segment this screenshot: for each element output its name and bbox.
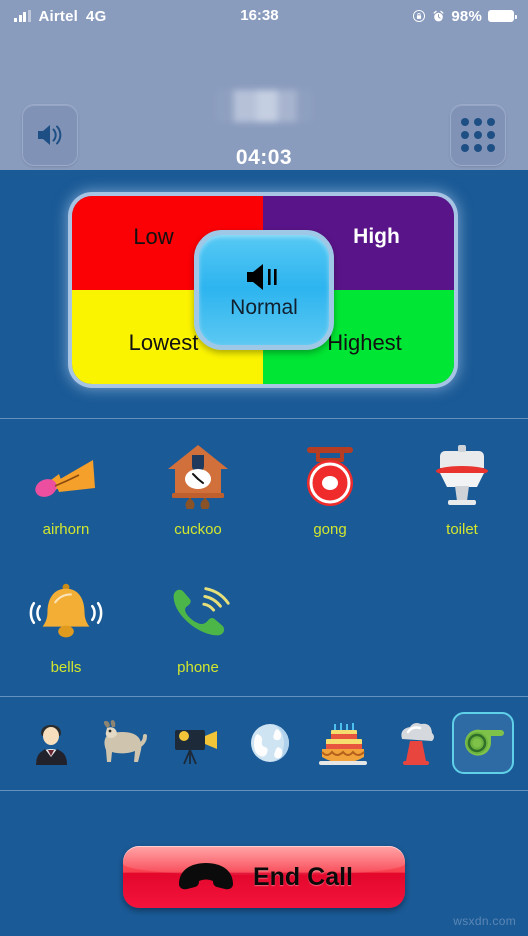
toilet-icon bbox=[424, 439, 500, 511]
status-bar-right: 98% bbox=[412, 7, 517, 25]
sound-label-phone: phone bbox=[177, 658, 219, 676]
gong-icon bbox=[292, 439, 368, 511]
pitch-option-highest-label: Highest bbox=[327, 330, 402, 355]
end-call-label: End Call bbox=[252, 862, 353, 891]
clock-label: 16:38 bbox=[240, 7, 279, 24]
contact-name-blurred bbox=[216, 90, 312, 122]
sound-cell-empty-1 bbox=[264, 557, 396, 695]
goat-icon bbox=[103, 720, 147, 762]
explosion-icon bbox=[400, 723, 434, 765]
phone-hangup-icon bbox=[175, 862, 237, 892]
category-birthday-cake[interactable] bbox=[306, 712, 379, 774]
category-whistle[interactable] bbox=[452, 712, 514, 774]
category-bar bbox=[0, 696, 528, 790]
sound-button-gong[interactable]: gong bbox=[264, 419, 396, 557]
call-duration-label: 04:03 bbox=[235, 146, 293, 169]
pitch-option-lowest-label: Lowest bbox=[128, 330, 199, 355]
divider-bottom bbox=[0, 790, 528, 791]
sound-label-gong: gong bbox=[313, 520, 347, 538]
battery-icon bbox=[488, 10, 517, 22]
keypad-button[interactable] bbox=[450, 104, 506, 166]
speaker-icon bbox=[38, 125, 62, 145]
rotation-lock-icon bbox=[413, 9, 426, 23]
pitch-option-normal-label: Normal bbox=[230, 296, 298, 319]
birthday-cake-icon bbox=[318, 723, 367, 765]
sound-label-toilet: toilet bbox=[446, 520, 478, 538]
sound-button-airhorn[interactable]: airhorn bbox=[0, 419, 132, 557]
sound-label-cuckoo: cuckoo bbox=[174, 520, 222, 538]
airhorn-icon bbox=[28, 439, 104, 511]
pitch-selector: Low High Lowest Highest Normal bbox=[0, 170, 528, 418]
network-type-label: 4G bbox=[86, 7, 107, 25]
call-header: 04:03 bbox=[0, 32, 528, 170]
sound-button-bells[interactable]: bells bbox=[0, 557, 132, 695]
end-call-area: End Call bbox=[0, 846, 528, 908]
category-row bbox=[0, 696, 528, 790]
sound-row-1: airhorn cuckoo gong toilet bbox=[0, 419, 528, 557]
sound-label-bells: bells bbox=[50, 658, 82, 676]
pitch-option-low-label: Low bbox=[133, 224, 174, 249]
globe-icon bbox=[250, 724, 289, 762]
sound-button-cuckoo[interactable]: cuckoo bbox=[132, 419, 264, 557]
pitch-option-normal[interactable]: Normal bbox=[194, 230, 334, 350]
watermark-label: wsxdn.com bbox=[453, 914, 516, 928]
category-movie-camera[interactable] bbox=[160, 712, 233, 774]
speaker-normal-icon bbox=[247, 264, 277, 290]
sound-button-phone[interactable]: phone bbox=[132, 557, 264, 695]
category-goat[interactable] bbox=[87, 712, 160, 774]
sound-cell-empty-2 bbox=[396, 557, 528, 695]
whistle-icon bbox=[465, 729, 504, 756]
status-bar-left: Airtel 4G bbox=[14, 8, 106, 25]
phone-ringing-icon bbox=[160, 577, 236, 649]
sound-row-2: bells phone bbox=[0, 557, 528, 695]
category-globe[interactable] bbox=[233, 712, 306, 774]
carrier-label: Airtel bbox=[38, 7, 79, 25]
signal-bars-icon bbox=[14, 10, 31, 22]
movie-camera-icon bbox=[174, 730, 217, 765]
bell-icon bbox=[28, 577, 104, 649]
cuckoo-clock-icon bbox=[160, 439, 236, 511]
status-bar-center: 16:38 bbox=[106, 7, 412, 25]
sound-label-airhorn: airhorn bbox=[42, 520, 90, 538]
alarm-clock-icon bbox=[433, 10, 444, 21]
end-call-button[interactable]: End Call bbox=[123, 846, 405, 908]
category-explosion[interactable] bbox=[379, 712, 452, 774]
sound-button-toilet[interactable]: toilet bbox=[396, 419, 528, 557]
person-icon bbox=[35, 725, 67, 765]
status-bar: Airtel 4G 16:38 98% bbox=[0, 0, 528, 32]
pitch-option-high-label: High bbox=[353, 225, 400, 248]
battery-percent-label: 98% bbox=[451, 7, 482, 25]
sound-effects-grid: airhorn cuckoo gong toilet bells phone bbox=[0, 419, 528, 695]
category-person[interactable] bbox=[14, 712, 87, 774]
keypad-dots-icon bbox=[461, 118, 495, 152]
call-screen: Airtel 4G 16:38 98% 04:03 Low High Lowes… bbox=[0, 0, 528, 936]
